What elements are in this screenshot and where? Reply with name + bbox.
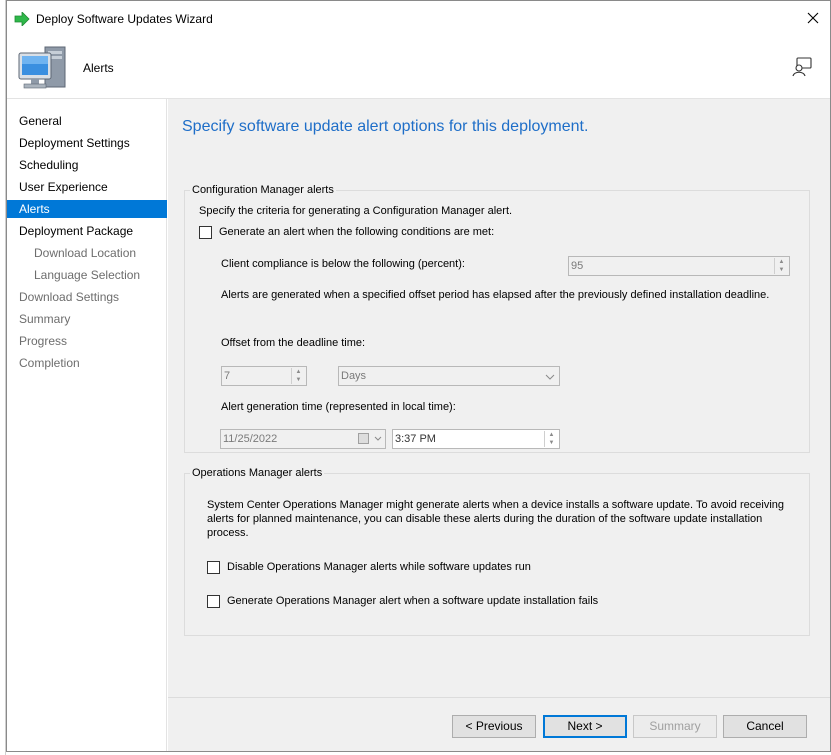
nav-item-progress[interactable]: Progress [7,332,167,350]
alert-time-value: 3:37 PM [395,433,436,445]
compliance-spin-buttons[interactable]: ▲ ▼ [774,258,788,274]
alert-time-stepper[interactable]: 3:37 PM ▲ ▼ [392,429,560,449]
offset-note: Alerts are generated when a specified of… [221,289,770,301]
computer-monitor-icon [15,43,71,98]
alert-time-spin-buttons[interactable]: ▲ ▼ [544,431,558,447]
compliance-stepper[interactable]: 95 ▲ ▼ [568,256,790,276]
offset-label: Offset from the deadline time: [221,337,366,349]
generate-om-alert-checkbox[interactable] [207,595,220,608]
chevron-down-icon[interactable] [374,432,382,450]
alert-date-value: 11/25/2022 [223,433,278,445]
summary-button[interactable]: Summary [633,715,717,738]
offset-spin-buttons[interactable]: ▲ ▼ [291,368,305,384]
calendar-icon[interactable] [358,433,369,444]
spin-down-icon: ▼ [778,267,785,273]
generate-alert-label: Generate an alert when the following con… [219,226,495,238]
nav-item-language-selection[interactable]: Language Selection [7,266,167,284]
disable-om-alerts-checkbox[interactable] [207,561,220,574]
spin-up-icon: ▲ [295,369,302,375]
previous-button[interactable]: < Previous [452,715,536,738]
wizard-footer: < Previous Next > Summary Cancel [168,697,830,751]
alert-date-picker[interactable]: 11/25/2022 [220,429,386,449]
om-description: System Center Operations Manager might g… [207,499,784,539]
title-bar: Deploy Software Updates Wizard [7,1,830,37]
page-heading: Specify software update alert options fo… [182,118,589,135]
offset-unit-value: Days [341,370,367,382]
nav-item-deployment-package[interactable]: Deployment Package [7,222,167,240]
offset-value: 7 [224,370,231,382]
spin-down-icon: ▼ [548,440,555,446]
om-alerts-group: Operations Manager alerts System Center … [184,467,810,636]
generate-alert-checkbox[interactable] [199,226,212,239]
disable-om-alerts-label: Disable Operations Manager alerts while … [227,561,531,573]
offset-unit-select[interactable]: Days [338,366,560,386]
om-group-label: Operations Manager alerts [190,467,325,479]
window-title: Deploy Software Updates Wizard [36,12,213,26]
cm-alerts-group: Configuration Manager alerts Specify the… [184,184,810,453]
header-page-name: Alerts [83,61,114,75]
chevron-down-icon [545,370,555,388]
nav-item-scheduling[interactable]: Scheduling [7,156,167,174]
nav-item-completion[interactable]: Completion [7,354,167,372]
cancel-button[interactable]: Cancel [723,715,807,738]
spin-up-icon: ▲ [548,432,555,438]
wizard-content: Specify software update alert options fo… [168,99,830,697]
nav-item-summary[interactable]: Summary [7,310,167,328]
nav-item-download-location[interactable]: Download Location [7,244,167,262]
help-person-icon[interactable] [792,57,812,80]
nav-item-general[interactable]: General [7,112,167,130]
green-arrow-icon [14,11,30,29]
wizard-window: Deploy Software Updates Wizard Alerts Ge… [6,0,831,752]
wizard-header: Alerts [7,37,830,99]
spin-up-icon: ▲ [778,259,785,265]
nav-item-deployment-settings[interactable]: Deployment Settings [7,134,167,152]
nav-item-alerts[interactable]: Alerts [7,200,167,218]
spin-down-icon: ▼ [295,377,302,383]
wizard-nav: General Deployment Settings Scheduling U… [7,99,167,751]
cm-description: Specify the criteria for generating a Co… [199,205,513,217]
close-button[interactable] [796,1,830,37]
compliance-value: 95 [571,260,584,272]
nav-item-download-settings[interactable]: Download Settings [7,288,167,306]
nav-item-user-experience[interactable]: User Experience [7,178,167,196]
cm-group-label: Configuration Manager alerts [190,184,336,196]
alert-time-label: Alert generation time (represented in lo… [221,401,456,413]
next-button[interactable]: Next > [543,715,627,738]
generate-om-alert-label: Generate Operations Manager alert when a… [227,595,599,607]
close-icon [807,12,819,27]
offset-stepper[interactable]: 7 ▲ ▼ [221,366,307,386]
compliance-label: Client compliance is below the following… [221,258,465,270]
